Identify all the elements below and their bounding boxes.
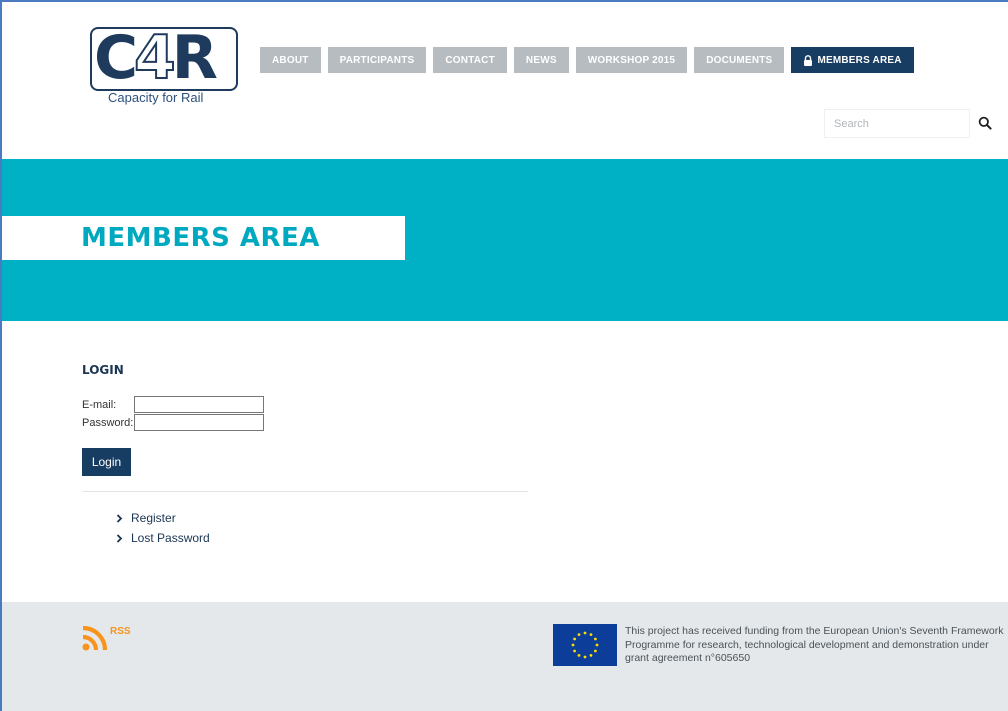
chevron-right-icon bbox=[116, 513, 123, 523]
funding-notice: This project has received funding from t… bbox=[625, 625, 1004, 664]
nav-label: MEMBERS AREA bbox=[817, 54, 902, 66]
eu-star bbox=[589, 653, 593, 657]
lost-password-link-row[interactable]: Lost Password bbox=[116, 531, 210, 545]
banner-label: MEMBERS AREA bbox=[2, 216, 405, 260]
eu-star bbox=[573, 649, 577, 653]
password-label: Password: bbox=[82, 417, 134, 429]
eu-star bbox=[593, 649, 597, 653]
site-header: C4R Capacity for Rail ABOUT PARTICIPANTS… bbox=[2, 2, 1008, 159]
rss-icon bbox=[82, 625, 108, 651]
nav-workshop-2015[interactable]: WORKSHOP 2015 bbox=[575, 47, 688, 73]
logo-letters: C4R bbox=[94, 22, 218, 94]
nav-about[interactable]: ABOUT bbox=[260, 47, 321, 73]
eu-star bbox=[583, 631, 587, 635]
password-field[interactable] bbox=[134, 414, 264, 431]
nav-members-area[interactable]: MEMBERS AREA bbox=[791, 47, 914, 73]
email-label: E-mail: bbox=[82, 399, 117, 411]
nav-label: ABOUT bbox=[272, 54, 309, 66]
lost-password-link[interactable]: Lost Password bbox=[131, 531, 210, 545]
nav-label: PARTICIPANTS bbox=[339, 54, 415, 66]
logo-letter-r: R bbox=[171, 23, 218, 93]
nav-label: CONTACT bbox=[445, 54, 495, 66]
main-nav: ABOUT PARTICIPANTS CONTACT NEWS WORKSHOP… bbox=[260, 47, 914, 73]
eu-star bbox=[583, 655, 587, 659]
search-box bbox=[824, 109, 970, 138]
eu-star bbox=[573, 637, 577, 641]
rss-link[interactable]: RSS bbox=[82, 625, 131, 651]
nav-label: WORKSHOP 2015 bbox=[587, 54, 676, 66]
eu-star bbox=[593, 637, 597, 641]
nav-participants[interactable]: PARTICIPANTS bbox=[327, 47, 427, 73]
divider bbox=[82, 491, 528, 492]
eu-star bbox=[577, 653, 581, 657]
lock-icon bbox=[804, 54, 813, 66]
nav-news[interactable]: NEWS bbox=[513, 47, 569, 73]
nav-label: DOCUMENTS bbox=[706, 54, 773, 66]
logo-letter-4: 4 bbox=[133, 22, 177, 94]
c4r-logo[interactable]: C4R Capacity for Rail bbox=[90, 22, 238, 122]
eu-star bbox=[595, 643, 599, 647]
eu-star bbox=[571, 643, 575, 647]
logo-tagline: Capacity for Rail bbox=[108, 90, 204, 105]
login-button[interactable]: Login bbox=[82, 448, 131, 476]
rss-label: RSS bbox=[110, 626, 131, 637]
register-link-row[interactable]: Register bbox=[116, 511, 176, 525]
page-banner: MEMBERS AREA bbox=[2, 159, 1008, 321]
nav-documents[interactable]: DOCUMENTS bbox=[694, 47, 785, 73]
register-link[interactable]: Register bbox=[131, 511, 176, 525]
site-footer: RSS This project has received funding fr… bbox=[2, 602, 1008, 711]
login-heading: LOGIN bbox=[82, 363, 124, 377]
eu-star bbox=[577, 633, 581, 637]
eu-flag-icon bbox=[553, 624, 617, 666]
chevron-right-icon bbox=[116, 533, 123, 543]
search-icon[interactable] bbox=[978, 116, 992, 130]
email-field[interactable] bbox=[134, 396, 264, 413]
eu-star bbox=[589, 633, 593, 637]
logo-letter-c: C bbox=[94, 23, 138, 93]
nav-label: NEWS bbox=[525, 54, 557, 66]
login-section: LOGIN E-mail: Password: Login Register L… bbox=[2, 321, 1008, 602]
nav-contact[interactable]: CONTACT bbox=[433, 47, 507, 73]
search-input[interactable] bbox=[825, 110, 969, 137]
page: C4R Capacity for Rail ABOUT PARTICIPANTS… bbox=[0, 0, 1008, 711]
page-title: MEMBERS AREA bbox=[81, 223, 320, 253]
